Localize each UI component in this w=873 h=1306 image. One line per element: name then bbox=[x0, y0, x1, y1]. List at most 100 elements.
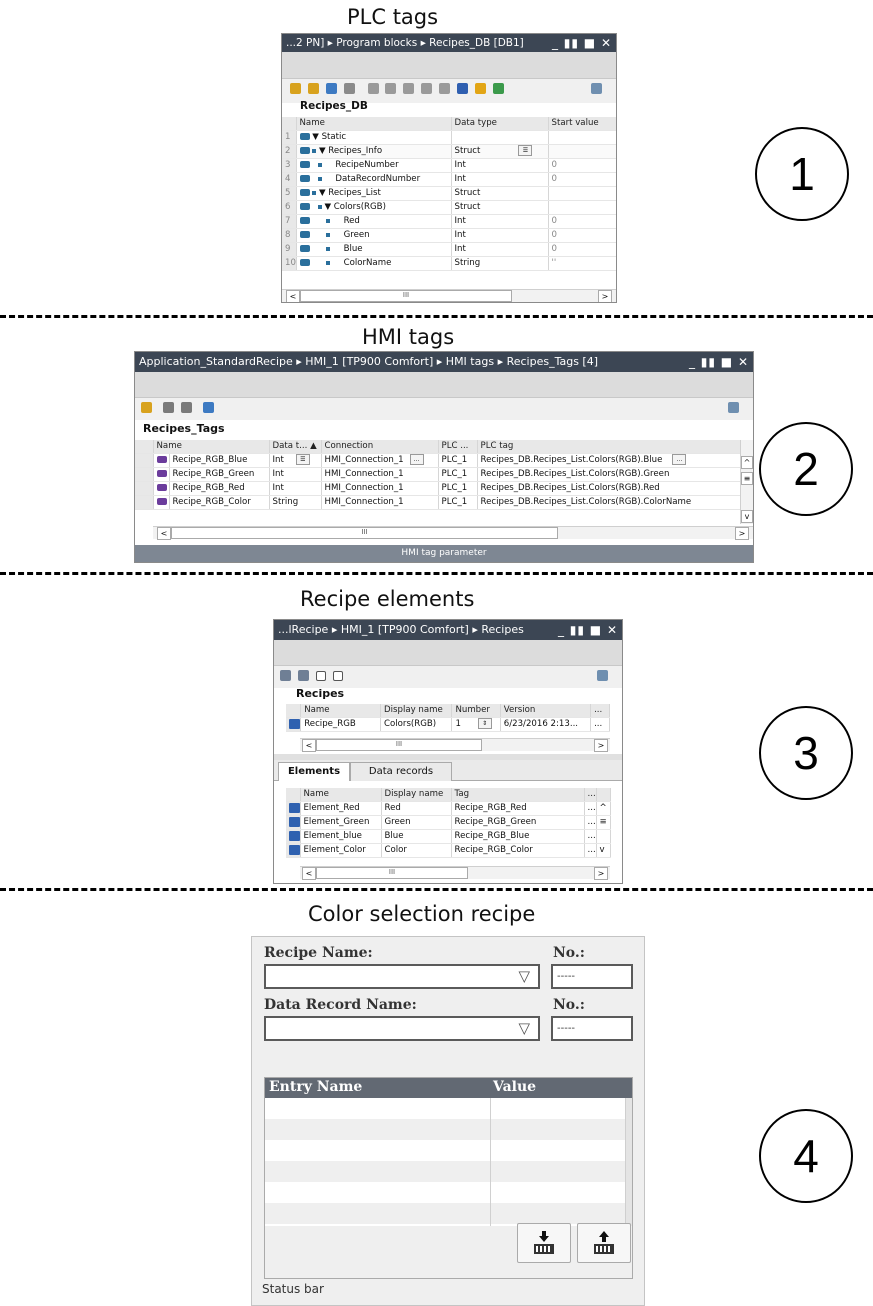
tag-type-cell[interactable]: Int ☰ bbox=[269, 453, 322, 468]
tag-plc-tag[interactable]: Recipes_DB.Recipes_List.Colors(RGB).Red bbox=[477, 481, 742, 496]
snapshot-icon[interactable] bbox=[325, 83, 337, 94]
tag-name[interactable]: Recipe_RGB_Blue bbox=[169, 453, 270, 468]
window-controls[interactable]: _ ▮▮ ■ ✕ bbox=[552, 34, 612, 52]
scroll-left-button[interactable]: < bbox=[302, 867, 316, 880]
element-tag[interactable]: Recipe_RGB_Green bbox=[451, 815, 585, 830]
element-display-name[interactable]: Blue bbox=[381, 829, 452, 844]
tag-type[interactable]: Int bbox=[451, 214, 549, 229]
tag-plc[interactable]: PLC_1 bbox=[438, 495, 478, 510]
tag-type[interactable]: Struct bbox=[451, 186, 549, 201]
import-recipe-icon[interactable] bbox=[297, 670, 309, 681]
tag-type[interactable]: String bbox=[451, 256, 549, 271]
import-icon[interactable] bbox=[180, 402, 192, 413]
number-spinner[interactable]: ⇕ bbox=[477, 718, 492, 729]
element-name[interactable]: Element_blue bbox=[300, 829, 382, 844]
row-more[interactable]: ... bbox=[584, 843, 597, 858]
col-name[interactable]: Name bbox=[296, 117, 452, 131]
col-display-name[interactable]: Display name bbox=[381, 788, 452, 802]
col-name[interactable]: Name bbox=[300, 788, 382, 802]
panel-toggle-icon[interactable] bbox=[597, 670, 608, 681]
tag-name[interactable]: Recipe_RGB_Color bbox=[169, 495, 270, 510]
col-start-value[interactable]: Start value bbox=[548, 117, 616, 131]
element-tag[interactable]: Recipe_RGB_Red bbox=[451, 801, 585, 816]
scroll-right-button[interactable]: > bbox=[594, 739, 608, 752]
col-plc-tag[interactable]: PLC tag bbox=[477, 440, 742, 454]
chart-icon[interactable] bbox=[474, 83, 486, 94]
recipe-name-dropdown[interactable]: ▽ bbox=[264, 964, 540, 989]
tag-type[interactable]: Int bbox=[269, 467, 322, 482]
expand-icon[interactable] bbox=[456, 83, 468, 94]
col-name[interactable]: Name bbox=[153, 440, 270, 454]
tag-start[interactable]: 0 bbox=[548, 158, 616, 173]
plc-tag-browse-button[interactable]: ... bbox=[672, 454, 687, 465]
scroll-thumb[interactable]: III bbox=[316, 867, 468, 879]
tag-start[interactable] bbox=[548, 130, 616, 145]
dropdown-arrow-icon[interactable]: ▽ bbox=[518, 967, 530, 985]
scroll-thumb-v[interactable]: ≡ bbox=[596, 815, 611, 830]
tag-connection[interactable]: HMI_Connection_1 bbox=[321, 495, 439, 510]
table-row[interactable]: 7 Red Int 0 bbox=[282, 214, 616, 229]
record-number-field[interactable]: ----- bbox=[551, 1016, 633, 1041]
element-name[interactable]: Element_Green bbox=[300, 815, 382, 830]
insert-row-icon[interactable] bbox=[307, 83, 319, 94]
connection-browse-button[interactable]: ... bbox=[409, 454, 424, 465]
add-row-icon[interactable] bbox=[290, 83, 301, 94]
scroll-down-button[interactable]: v bbox=[596, 843, 611, 858]
scroll-left-button[interactable]: < bbox=[302, 739, 316, 752]
col-display-name[interactable]: Display name bbox=[380, 704, 453, 718]
element-tag[interactable]: Recipe_RGB_Blue bbox=[451, 829, 585, 844]
horizontal-scrollbar[interactable]: < III > bbox=[282, 289, 616, 302]
row-more[interactable]: ... bbox=[584, 815, 597, 830]
tag-type-cell[interactable]: Struct ☰ bbox=[451, 144, 549, 159]
tag-type[interactable]: Struct bbox=[451, 200, 549, 215]
scroll-thumb[interactable]: III bbox=[171, 527, 558, 539]
add-tag-icon[interactable] bbox=[141, 402, 152, 413]
tag-start[interactable]: '' bbox=[548, 256, 616, 271]
col-data-type[interactable]: Data t... ▲ bbox=[269, 440, 322, 454]
element-display-name[interactable]: Color bbox=[381, 843, 452, 858]
entry-row[interactable] bbox=[265, 1161, 625, 1182]
scroll-up-button[interactable]: ^ bbox=[741, 456, 753, 469]
tag-type[interactable]: Int bbox=[451, 228, 549, 243]
tag-type[interactable]: Int bbox=[269, 481, 322, 496]
entry-row[interactable] bbox=[265, 1098, 625, 1119]
load-icon[interactable] bbox=[385, 83, 397, 94]
reset-all-icon[interactable] bbox=[439, 83, 450, 94]
scroll-right-button[interactable]: > bbox=[598, 290, 612, 302]
table-row[interactable]: 4 DataRecordNumber Int 0 bbox=[282, 172, 616, 187]
export-recipe-icon[interactable] bbox=[280, 670, 291, 681]
tag-type[interactable]: Int bbox=[451, 172, 549, 187]
col-version[interactable]: Version bbox=[500, 704, 592, 718]
table-row[interactable]: 8 Green Int 0 bbox=[282, 228, 616, 243]
entry-row[interactable] bbox=[265, 1203, 625, 1224]
horizontal-scrollbar[interactable]: < III > bbox=[300, 866, 610, 880]
table-row[interactable]: Element_Color Color Recipe_RGB_Color... v bbox=[286, 843, 611, 858]
conn-cell[interactable]: HMI_Connection_1... bbox=[321, 453, 439, 468]
tag-start[interactable] bbox=[548, 200, 616, 215]
panel-toggle-icon[interactable] bbox=[591, 83, 602, 94]
reset-icon[interactable] bbox=[421, 83, 433, 94]
table-row[interactable]: Element_Green Green Recipe_RGB_Green... ≡ bbox=[286, 815, 611, 830]
scroll-left-button[interactable]: < bbox=[157, 527, 171, 540]
table-row[interactable]: Recipe_RGB_Green Int HMI_Connection_1 PLC_1… bbox=[135, 467, 742, 482]
col-number[interactable]: Number bbox=[451, 704, 501, 718]
plc-tag-cell[interactable]: Recipes_DB.Recipes_List.Colors(RGB).Blue… bbox=[477, 453, 742, 468]
horizontal-scrollbar[interactable]: < III > bbox=[153, 526, 753, 540]
load-all-icon[interactable] bbox=[403, 83, 415, 94]
table-row[interactable]: 10 ColorName String '' bbox=[282, 256, 616, 271]
tag-plc-tag[interactable]: Recipes_DB.Recipes_List.Colors(RGB).Gree… bbox=[477, 467, 742, 482]
struct-browse-icon[interactable]: ☰ bbox=[518, 145, 533, 156]
col-tag[interactable]: Tag bbox=[451, 788, 585, 802]
recipe-number-field[interactable]: ----- bbox=[551, 964, 633, 989]
scroll-up-button[interactable]: ^ bbox=[596, 801, 611, 816]
tab-elements[interactable]: Elements bbox=[278, 762, 350, 781]
tag-start[interactable] bbox=[548, 186, 616, 201]
col-name[interactable]: Name bbox=[300, 704, 382, 718]
element-display-name[interactable]: Red bbox=[381, 801, 452, 816]
tag-parameter-bar[interactable]: HMI tag parameter bbox=[135, 545, 753, 562]
scroll-down-button[interactable]: v bbox=[741, 510, 753, 523]
record-name-dropdown[interactable]: ▽ bbox=[264, 1016, 540, 1041]
col-connection[interactable]: Connection bbox=[321, 440, 439, 454]
scroll-right-button[interactable]: > bbox=[735, 527, 749, 540]
col-plc[interactable]: PLC ... bbox=[438, 440, 478, 454]
